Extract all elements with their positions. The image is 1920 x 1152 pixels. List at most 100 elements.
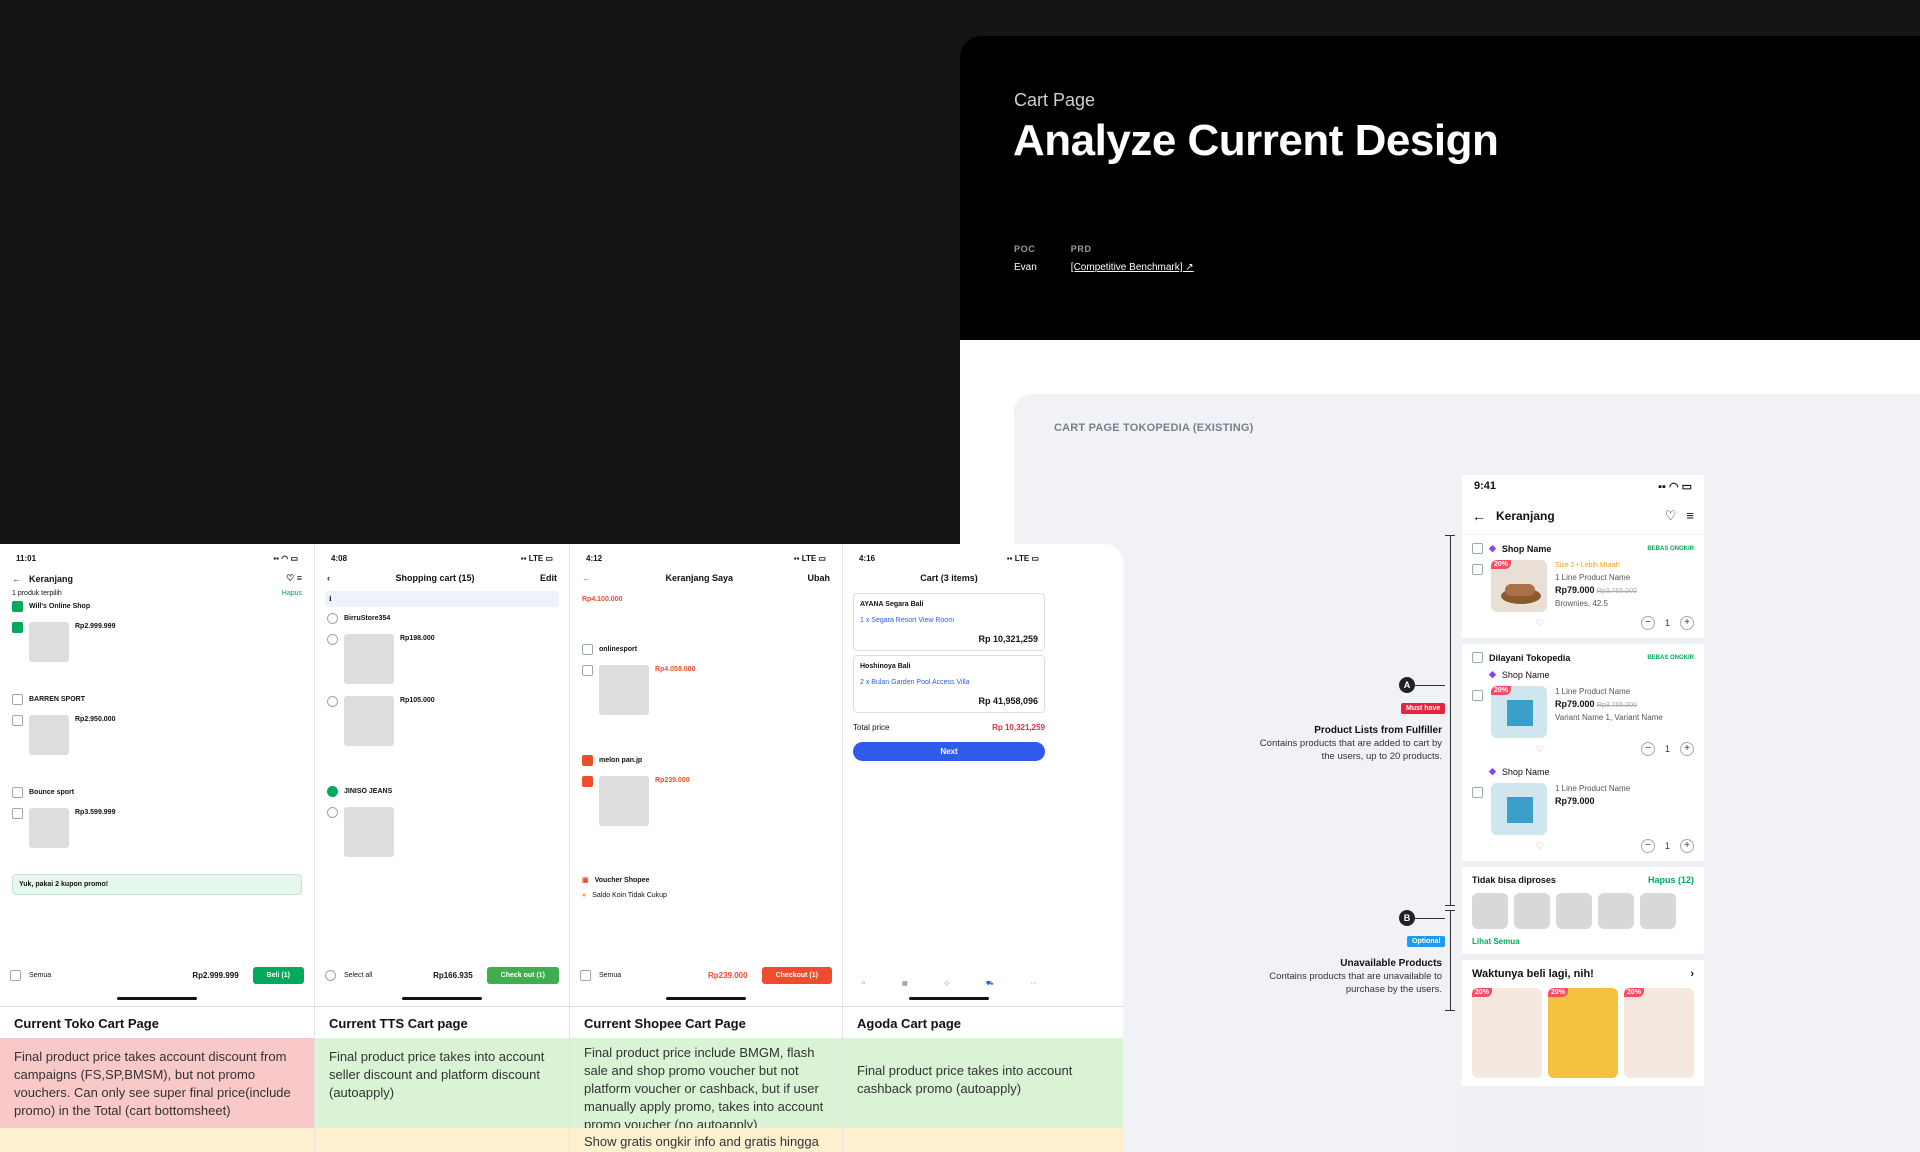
shop-checkbox[interactable] (582, 755, 593, 766)
product-checkbox[interactable] (1472, 787, 1483, 798)
select-all-radio[interactable] (325, 970, 336, 981)
qty-value[interactable]: 1 (1665, 744, 1670, 754)
qty-minus-button[interactable]: − (1640, 839, 1655, 853)
product-name[interactable]: 1 Line Product Name (1555, 686, 1663, 698)
product-radio[interactable] (327, 696, 338, 707)
heart-icon[interactable]: ♡ ≡ (286, 573, 302, 584)
tab-trips-icon[interactable]: ▦ (902, 980, 908, 988)
unavailable-item[interactable] (1556, 893, 1592, 929)
shop-radio[interactable] (327, 786, 338, 797)
tab-home-icon[interactable]: ⌂ (861, 980, 865, 988)
hotel-card[interactable]: AYANA Segara Bali 1 x Segara Resort View… (853, 593, 1045, 651)
column-description: Final product price include BMGM, flash … (570, 1038, 842, 1128)
shop-checkbox[interactable] (12, 694, 23, 705)
product-checkbox[interactable] (12, 715, 23, 726)
select-all-label: Select all (344, 972, 373, 979)
product-price: Rp3.599.999 (75, 809, 116, 816)
shop-checkbox[interactable] (582, 644, 593, 655)
qty-plus-button[interactable]: + (1680, 742, 1694, 756)
product-radio[interactable] (327, 634, 338, 645)
back-icon[interactable]: ← (582, 573, 591, 583)
unavailable-item[interactable] (1640, 893, 1676, 929)
delete-button[interactable]: Hapus (282, 590, 302, 597)
product-image[interactable] (29, 808, 69, 848)
product-image[interactable]: 20% (1491, 686, 1547, 738)
product-checkbox[interactable] (12, 808, 23, 819)
product-radio[interactable] (327, 807, 338, 818)
wishlist-heart-icon[interactable]: ♡ (1536, 618, 1544, 629)
shop-radio[interactable] (327, 613, 338, 624)
buy-button[interactable]: Beli (1) (252, 967, 304, 984)
unavailable-item[interactable] (1598, 893, 1634, 929)
product-name[interactable]: 1 Line Product Name (1555, 783, 1630, 795)
product-image[interactable] (344, 696, 394, 746)
edit-button[interactable]: Ubah (808, 573, 831, 583)
next-button[interactable]: Next (853, 742, 1045, 761)
product-row: Rp105.000 (315, 690, 569, 752)
checkout-button[interactable]: Checkout (1) (761, 967, 832, 984)
wishlist-heart-icon[interactable]: ♡ (1536, 744, 1544, 755)
shop-name: Will's Online Shop (29, 603, 91, 610)
product-image[interactable] (599, 776, 649, 826)
wishlist-heart-icon[interactable]: ♡ (1536, 841, 1544, 852)
product-checkbox[interactable] (1472, 564, 1483, 575)
variant-selector[interactable]: Brownies, 42.5 (1555, 598, 1637, 610)
product-image[interactable]: 20% (1491, 560, 1547, 612)
coins-label: Saldo Koin Tidak Cukup (592, 892, 667, 899)
edit-button[interactable]: Edit (540, 573, 557, 583)
wishlist-icon[interactable]: ♡ (1665, 508, 1677, 524)
product-image[interactable] (1491, 783, 1547, 835)
qty-minus-button[interactable]: − (1640, 616, 1655, 630)
unavailable-item[interactable] (1514, 893, 1550, 929)
discount-badge: 20% (1491, 560, 1512, 569)
shop-checkbox[interactable] (1472, 543, 1483, 554)
voucher-row[interactable]: ▣ Voucher Shopee (570, 872, 842, 888)
product-image[interactable] (599, 665, 649, 715)
page-title: Analyze Current Design (1013, 116, 1499, 165)
delete-unavailable-button[interactable]: Hapus (12) (1648, 875, 1694, 885)
shop-checkbox[interactable] (12, 601, 23, 612)
recommendation-card[interactable]: 20% (1472, 988, 1542, 1078)
product-image[interactable] (29, 622, 69, 662)
menu-icon[interactable]: ≡ (1686, 508, 1694, 523)
product-image[interactable] (344, 634, 394, 684)
recommendation-card[interactable]: 20% (1624, 988, 1694, 1078)
select-all-checkbox[interactable] (10, 970, 21, 981)
checkout-button[interactable]: Check out (1) (486, 967, 559, 984)
product-strike-price: Rp3.765.000 (1596, 588, 1637, 595)
hotel-card[interactable]: Hoshinoya Bali 2 x Bulan Garden Pool Acc… (853, 655, 1045, 713)
status-bar: 9:41 ▪▪ ◠ ▭ (1462, 475, 1704, 497)
product-name[interactable]: 1 Line Product Name (1555, 572, 1637, 584)
tab-cart-icon[interactable]: ⛟ (986, 980, 994, 988)
see-all-link[interactable]: Lihat Semua (1472, 937, 1694, 946)
back-icon[interactable]: ← (12, 574, 21, 584)
back-icon[interactable]: ← (1472, 508, 1486, 524)
fulfiller-checkbox[interactable] (1472, 652, 1483, 663)
qty-minus-button[interactable]: − (1640, 742, 1655, 756)
product-image[interactable] (344, 807, 394, 857)
toko-screenshot: 11:01 ▪▪ ◠ ▭ ← Keranjang ♡ ≡ 1 produk terpi… (0, 544, 314, 1006)
product-row: Rp3.599.999 (0, 802, 314, 854)
chevron-right-icon[interactable]: › (1690, 968, 1694, 980)
recommendation-card[interactable]: 20% (1548, 988, 1618, 1078)
qty-plus-button[interactable]: + (1680, 839, 1694, 853)
product-checkbox[interactable] (12, 622, 23, 633)
promo-banner[interactable]: Yuk, pakai 2 kupon promo! (12, 874, 302, 895)
select-all-checkbox[interactable] (580, 970, 591, 981)
qty-value[interactable]: 1 (1665, 841, 1670, 851)
product-checkbox[interactable] (582, 665, 593, 676)
variant-selector[interactable]: Variant Name 1, Variant Name (1555, 712, 1663, 724)
column-caption: Current TTS Cart page (315, 1006, 569, 1038)
back-icon[interactable]: ‹ (327, 573, 330, 583)
tab-more-icon[interactable]: ⋯ (1030, 980, 1036, 988)
shop-checkbox[interactable] (12, 787, 23, 798)
tab-deals-icon[interactable]: ◇ (945, 980, 950, 988)
annotation-b-connector (1415, 918, 1445, 919)
unavailable-item[interactable] (1472, 893, 1508, 929)
prd-link[interactable]: [Competitive Benchmark] ↗ (1071, 262, 1194, 273)
qty-value[interactable]: 1 (1665, 618, 1670, 628)
qty-plus-button[interactable]: + (1680, 616, 1694, 630)
product-image[interactable] (29, 715, 69, 755)
product-checkbox[interactable] (582, 776, 593, 787)
product-checkbox[interactable] (1472, 690, 1483, 701)
